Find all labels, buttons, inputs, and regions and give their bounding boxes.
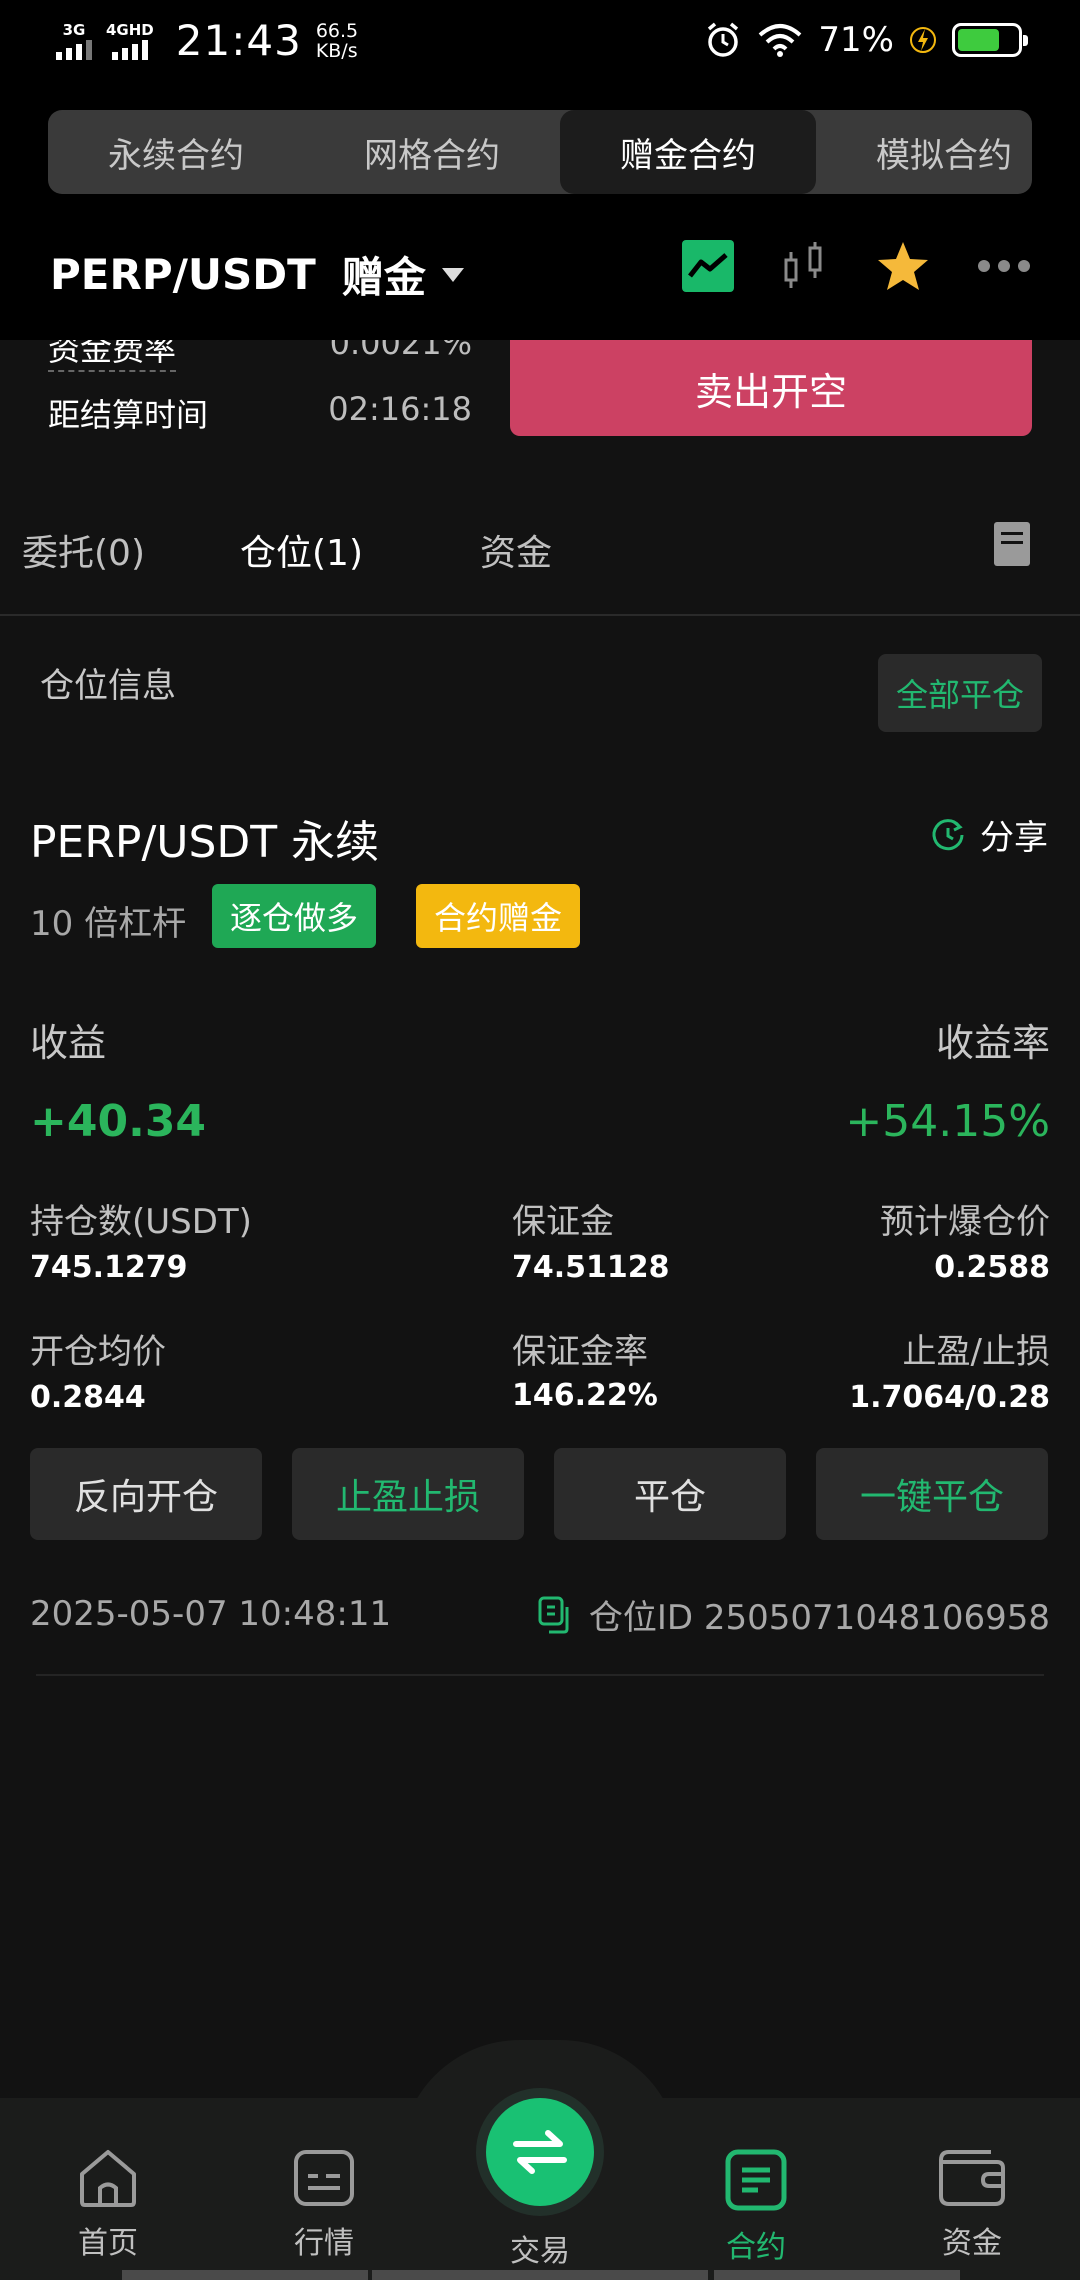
battery-icon (952, 23, 1028, 57)
tab-orders[interactable]: 委托(0) (22, 524, 145, 576)
tab-demo[interactable]: 模拟合约 (816, 110, 1032, 194)
status-right: 71% (704, 20, 1028, 60)
battery-percent: 71% (818, 20, 894, 60)
section-tabs: 委托(0) 仓位(1) 资金 (0, 500, 1080, 616)
funding-rate-row: 资金费率 0.0021% (48, 340, 472, 372)
pair-name: PERP/USDT (50, 250, 316, 299)
nav-trade-button[interactable] (486, 2098, 594, 2206)
funding-rate-label[interactable]: 资金费率 (48, 340, 177, 372)
margin-ratio-value: 146.22% (512, 1378, 658, 1413)
favorite-star-icon[interactable] (876, 240, 930, 292)
charging-icon (910, 27, 936, 53)
position-info-title: 仓位信息 (40, 666, 176, 706)
leverage-label: 10 倍杠杆 (30, 904, 187, 944)
pnl-label: 收益 (30, 1021, 107, 1065)
status-left: 3G 4GHD 21:43 66.5 KB/s (56, 16, 358, 65)
entry-price-value: 0.2844 (30, 1380, 146, 1415)
position-id[interactable]: 仓位ID 2505071048106958 (537, 1590, 1050, 1639)
swap-icon (513, 2130, 567, 2174)
liquidation-price-label: 预计爆仓价 (880, 1202, 1050, 1242)
nav-home[interactable]: 首页 (38, 2148, 178, 2262)
contract-name: PERP/USDT 永续 (30, 817, 380, 868)
tab-funds[interactable]: 资金 (480, 524, 552, 576)
tpsl-label: 止盈/止损 (902, 1332, 1050, 1372)
nav-contract-label: 合约 (726, 2230, 786, 2265)
contract-mode-tabs: 永续合约 网格合约 赠金合约 模拟合约 (48, 110, 1032, 194)
alarm-icon (708, 22, 739, 57)
pair-selector[interactable]: PERP/USDT 赠金 (50, 244, 464, 305)
funding-info: 资金费率 0.0021% 距结算时间 02:16:18 卖出开空 (0, 340, 1080, 490)
liquidation-price-value: 0.2588 (934, 1250, 1050, 1285)
nav-funds[interactable]: 资金 (902, 2148, 1042, 2262)
roe-label: 收益率 (935, 1021, 1050, 1065)
position-timestamp: 2025-05-07 10:48:11 (30, 1594, 392, 1634)
home-icon (80, 2150, 136, 2207)
wallet-icon (939, 2150, 1005, 2206)
status-bar: 3G 4GHD 21:43 66.5 KB/s 71% (0, 0, 1080, 84)
copy-icon (538, 1596, 569, 1633)
nav-funds-label: 资金 (942, 2226, 1002, 2261)
wifi-icon (759, 24, 802, 57)
margin-value: 74.51128 (512, 1250, 670, 1285)
position-size-value: 745.1279 (30, 1250, 188, 1285)
speed-unit: KB/s (315, 39, 358, 62)
roe-value: +54.15% (845, 1096, 1050, 1147)
nav-home-label: 首页 (78, 2226, 138, 2261)
close-position-button[interactable]: 平仓 (554, 1448, 786, 1540)
margin-label: 保证金 (512, 1202, 614, 1242)
signal-3g-icon: 3G (56, 22, 92, 60)
position-id-text: 仓位ID 2505071048106958 (588, 1598, 1050, 1638)
share-button[interactable]: 分享 (930, 810, 1048, 859)
tab-grid[interactable]: 网格合约 (304, 110, 560, 194)
nav-contract[interactable]: 合约 (686, 2148, 826, 2266)
contract-bonus-badge: 合约赠金 (416, 884, 581, 948)
tpsl-value[interactable]: 1.7064/0.28 (849, 1380, 1050, 1415)
document-icon[interactable] (994, 522, 1030, 566)
line-chart-icon[interactable] (682, 240, 734, 292)
header-actions (682, 240, 1030, 292)
pair-tag: 赠金 (341, 253, 426, 302)
entry-price-label: 开仓均价 (30, 1332, 166, 1372)
pnl-value: +40.34 (30, 1096, 207, 1147)
margin-ratio-label: 保证金率 (512, 1332, 648, 1372)
nav-market[interactable]: 行情 (254, 2148, 394, 2262)
home-indicator-segment (122, 2270, 368, 2280)
market-icon (294, 2150, 354, 2206)
close-all-button[interactable]: 全部平仓 (878, 654, 1042, 732)
signal-label: 3G (62, 20, 86, 39)
position-size-label: 持仓数(USDT) (30, 1202, 252, 1242)
signal-label: 4GHD (106, 20, 154, 39)
home-indicator-segment (714, 2270, 960, 2280)
share-icon (932, 818, 964, 850)
tpsl-button[interactable]: 止盈止损 (292, 1448, 524, 1540)
clock: 21:43 (175, 16, 302, 65)
reverse-position-button[interactable]: 反向开仓 (30, 1448, 262, 1540)
signal-4g-icon: 4GHD (106, 22, 154, 60)
settlement-label: 距结算时间 (48, 396, 209, 434)
home-indicator-segment (372, 2270, 708, 2280)
divider (36, 1674, 1044, 1676)
settlement-row: 距结算时间 02:16:18 (48, 390, 472, 436)
candlestick-icon[interactable] (782, 240, 828, 292)
speed-value: 66.5 (315, 19, 359, 42)
nav-market-label: 行情 (294, 2226, 354, 2261)
tab-perpetual[interactable]: 永续合约 (48, 110, 304, 194)
network-speed: 66.5 KB/s (316, 21, 358, 61)
tab-bonus[interactable]: 赠金合约 (560, 110, 816, 194)
tab-positions[interactable]: 仓位(1) (240, 524, 363, 576)
top-header: 永续合约 网格合约 赠金合约 模拟合约 PERP/USDT 赠金 (0, 84, 1080, 340)
quick-close-button[interactable]: 一键平仓 (816, 1448, 1048, 1540)
caret-down-icon (441, 267, 464, 282)
funding-rate-value: 0.0021% (329, 340, 472, 362)
sell-short-button[interactable]: 卖出开空 (510, 340, 1032, 436)
isolated-long-badge: 逐仓做多 (212, 884, 377, 948)
contract-icon (725, 2149, 787, 2211)
settlement-countdown: 02:16:18 (328, 390, 472, 428)
more-icon[interactable] (978, 260, 1030, 272)
nav-trade-label: 交易 (510, 2234, 570, 2269)
share-label: 分享 (980, 818, 1048, 858)
